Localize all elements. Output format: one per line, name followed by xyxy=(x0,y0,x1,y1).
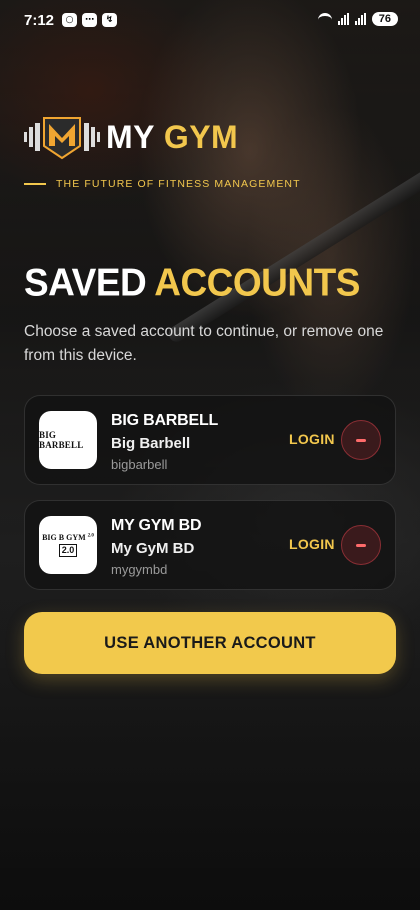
account-name: Big Barbell xyxy=(111,435,191,452)
tagline-rule xyxy=(24,183,46,185)
page-subtitle: Choose a saved account to continue, or r… xyxy=(24,323,384,364)
brand-name-second: GYM xyxy=(163,118,239,155)
minus-icon xyxy=(356,543,366,547)
account-card: BIG B GYM 2.0 2.0 MY GYM BD My GyM BD my… xyxy=(24,500,396,590)
account-name-caps: BIG BARBELL xyxy=(111,412,219,429)
login-button[interactable]: LOGIN xyxy=(289,536,335,552)
page-title-second: ACCOUNTS xyxy=(154,260,360,304)
page-title: SAVED ACCOUNTS xyxy=(24,261,360,305)
chat-icon: ⋯ xyxy=(82,13,97,27)
account-avatar: BIG B GYM 2.0 2.0 xyxy=(39,516,97,574)
voicemail-icon: ○ xyxy=(62,13,77,27)
brand-name: MY GYM xyxy=(106,119,238,156)
remove-account-button[interactable] xyxy=(341,420,381,460)
login-button[interactable]: LOGIN xyxy=(289,431,335,447)
app-logo: MY GYM xyxy=(24,112,238,162)
account-avatar: BIG BARBELL xyxy=(39,411,97,469)
account-name: My GyM BD xyxy=(111,540,195,557)
account-name-caps: MY GYM BD xyxy=(111,517,202,534)
account-avatar-version: 2.0 xyxy=(58,544,78,557)
use-another-account-button[interactable]: USE ANOTHER ACCOUNT xyxy=(24,612,396,674)
minus-icon xyxy=(356,438,366,442)
signal-icon xyxy=(337,13,349,25)
messenger-icon: ↯ xyxy=(102,13,117,27)
system-icons: 76 xyxy=(317,12,398,26)
account-avatar-text: BIG B GYM 2.0 xyxy=(42,533,94,542)
status-time: 7:12 xyxy=(24,12,55,29)
battery-indicator: 76 xyxy=(371,12,398,26)
tagline: THE FUTURE OF FITNESS MANAGEMENT xyxy=(24,178,301,190)
account-avatar-text: BIG BARBELL xyxy=(39,430,84,450)
signal-icon-2 xyxy=(354,13,366,25)
tagline-text: THE FUTURE OF FITNESS MANAGEMENT xyxy=(56,178,301,190)
notification-icons: ○ ⋯ ↯ xyxy=(62,13,117,27)
page-title-first: SAVED xyxy=(24,260,147,304)
wifi-icon xyxy=(317,13,332,25)
account-card: BIG BARBELL BIG BARBELL Big Barbell bigb… xyxy=(24,395,396,485)
dumbbell-m-logo-icon xyxy=(24,117,100,160)
status-bar: 7:12 ○ ⋯ ↯ 76 xyxy=(0,0,420,44)
brand-name-first: MY xyxy=(106,118,155,155)
account-username: bigbarbell xyxy=(111,457,168,472)
remove-account-button[interactable] xyxy=(341,525,381,565)
account-username: mygymbd xyxy=(111,562,168,577)
